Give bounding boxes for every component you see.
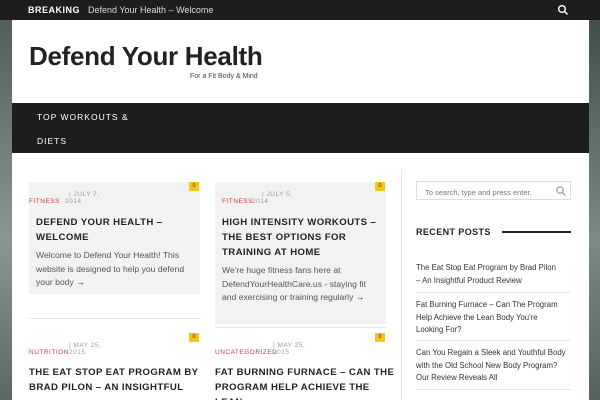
nav-item-top-workouts[interactable]: TOP WORKOUTS &	[37, 112, 129, 122]
recent-post-link[interactable]: Fat Burning Furnace – Can The Program He…	[416, 299, 574, 337]
post-card: FITNESS | JULY 5, 2014 0 HIGH INTENSITY …	[215, 182, 386, 324]
post-date-year: 2014	[65, 198, 82, 205]
recent-post-separator	[416, 292, 571, 293]
comment-count-badge[interactable]: 0	[375, 333, 385, 342]
excerpt-line: DefendYourHealthCare.us - staying fit	[222, 278, 366, 289]
recent-post-link[interactable]: The Eat Stop Eat Program by Brad Pilon –…	[416, 262, 574, 287]
content-sidebar-divider	[401, 170, 402, 400]
post-date-line1: MAY 25,	[73, 342, 102, 349]
excerpt-line: We're huge fitness fans here at	[222, 265, 341, 275]
comment-count-badge[interactable]: 0	[189, 182, 199, 191]
post-title-line: WELCOME	[36, 232, 89, 243]
post-date: | JULY 5,	[262, 191, 293, 198]
recent-post-line: Looking For?	[416, 325, 462, 334]
post-title-line: FAT BURNING FURNACE – CAN THE	[215, 367, 395, 378]
main-nav: TOP WORKOUTS & DIETS	[12, 103, 589, 153]
post-date-line1: JULY 5,	[266, 191, 293, 198]
post-title-line: TRAINING AT HOME	[222, 247, 321, 258]
post-date: | JULY 7,	[69, 191, 100, 198]
post-title-line: THE EAT STOP EAT PROGRAM BY	[29, 367, 199, 378]
post-row-divider	[215, 327, 386, 328]
post-category-link[interactable]: NUTRITION	[29, 349, 69, 356]
excerpt-line: Welcome to Defend Your Health! This	[36, 250, 179, 260]
post-date-year: 2015	[273, 349, 290, 356]
recent-post-line: Fat Burning Furnace – Can The Program	[416, 300, 558, 309]
site-title[interactable]: Defend Your Health	[29, 41, 263, 72]
breaking-label: BREAKING	[28, 5, 81, 15]
post-title-line: BRAD PILON – AN INSIGHTFUL	[29, 382, 184, 393]
read-more-arrow-icon[interactable]: →	[356, 292, 365, 302]
post-card: NUTRITION | MAY 25, 2015 0 THE EAT STOP …	[29, 333, 200, 400]
post-date: | MAY 25,	[69, 342, 102, 349]
post-card: FITNESS | JULY 7, 2014 0 DEFEND YOUR HEA…	[29, 182, 200, 294]
post-title-link[interactable]: HIGH INTENSITY WORKOUTS – THE BEST OPTIO…	[222, 215, 387, 260]
recent-posts-heading: RECENT POSTS	[416, 227, 491, 237]
search-icon[interactable]	[557, 4, 569, 16]
background-right	[588, 0, 600, 400]
recent-post-separator	[416, 340, 571, 341]
post-title-line: DEFEND YOUR HEALTH –	[36, 217, 163, 228]
post-date-year: 2014	[252, 198, 269, 205]
page-wrapper: Defend Your Health For a Fit Body & Mind…	[12, 20, 589, 400]
recent-post-line: with the Old School New Body Program?	[416, 360, 558, 370]
excerpt-line: and exercising or training regularly	[222, 292, 354, 302]
post-category-link[interactable]: UNCATEGORIZED	[215, 349, 277, 356]
site-header: Defend Your Health For a Fit Body & Mind	[12, 20, 589, 103]
post-excerpt: We're huge fitness fans here at DefendYo…	[222, 264, 387, 305]
recent-post-line: Help Achieve the Lean Body You're	[416, 312, 538, 322]
heading-rule	[502, 231, 571, 233]
post-row-divider	[29, 318, 200, 319]
read-more-arrow-icon[interactable]: →	[76, 277, 85, 287]
sidebar-search-input[interactable]	[416, 181, 571, 200]
excerpt-line: website is designed to help you defend	[36, 263, 185, 274]
post-title-link[interactable]: DEFEND YOUR HEALTH – WELCOME	[36, 215, 201, 245]
excerpt-line: your body	[36, 277, 74, 287]
post-date-line1: MAY 25,	[277, 342, 306, 349]
post-date-year: 2015	[69, 349, 86, 356]
post-title-line: PROGRAM HELP ACHIEVE THE LEAN	[215, 382, 370, 400]
post-title-line: HIGH INTENSITY WORKOUTS –	[222, 217, 377, 228]
nav-item-diets[interactable]: DIETS	[37, 136, 67, 146]
comment-count-badge[interactable]: 0	[189, 333, 199, 342]
post-category-link[interactable]: FITNESS	[29, 198, 60, 205]
recent-post-line: The Eat Stop Eat Program by Brad Pilon	[416, 263, 556, 272]
comment-count-badge[interactable]: 0	[375, 182, 385, 191]
post-card: UNCATEGORIZED | MAY 25, 2015 0 FAT BURNI…	[215, 333, 394, 400]
post-excerpt: Welcome to Defend Your Health! This webs…	[36, 249, 201, 290]
recent-post-separator	[416, 389, 571, 390]
recent-post-link[interactable]: Can You Regain a Sleek and Youthful Body…	[416, 347, 574, 385]
recent-post-line: – An Insightful Product Review	[416, 275, 522, 285]
post-title-link[interactable]: THE EAT STOP EAT PROGRAM BY BRAD PILON –…	[29, 365, 209, 395]
post-date-line1: JULY 7,	[73, 191, 100, 198]
recent-post-line: Our Review Reveals All	[416, 373, 498, 382]
breaking-ticker-link[interactable]: Defend Your Health – Welcome	[88, 5, 213, 15]
post-date: | MAY 25,	[273, 342, 306, 349]
recent-post-line: Can You Regain a Sleek and Youthful Body	[416, 348, 566, 357]
search-icon[interactable]	[555, 185, 567, 197]
top-bar: BREAKING Defend Your Health – Welcome	[0, 0, 600, 20]
post-title-link[interactable]: FAT BURNING FURNACE – CAN THE PROGRAM HE…	[215, 365, 395, 400]
site-tagline: For a Fit Body & Mind	[190, 73, 258, 80]
post-category-link[interactable]: FITNESS	[222, 198, 253, 205]
post-title-line: THE BEST OPTIONS FOR	[222, 232, 347, 243]
background-left	[0, 0, 12, 400]
